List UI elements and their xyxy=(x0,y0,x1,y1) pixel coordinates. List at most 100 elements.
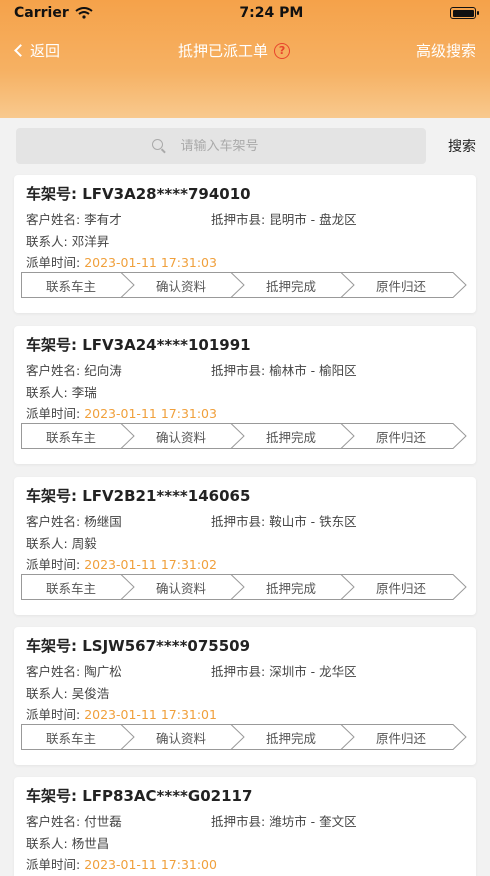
step-confirm-info[interactable]: 确认资料 xyxy=(131,574,231,600)
customer-value: 付世磊 xyxy=(84,814,122,829)
region-label: 抵押市县: xyxy=(211,664,266,679)
step-mortgage-done[interactable]: 抵押完成 xyxy=(241,423,341,449)
vin-value: LFP83AC****G02117 xyxy=(82,787,253,805)
nav-bar: 返回 抵押已派工单 ? 高级搜索 xyxy=(0,36,490,66)
battery-icon xyxy=(450,7,479,19)
progress-steps: 联系车主 确认资料 抵押完成 原件归还 xyxy=(21,574,467,600)
region-row: 抵押市县: 鞍山市 - 铁东区 xyxy=(211,511,357,530)
vin-label: 车架号: xyxy=(26,185,77,203)
region-value: 潍坊市 - 奎文区 xyxy=(269,814,357,829)
progress-steps: 联系车主 确认资料 抵押完成 原件归还 xyxy=(21,423,467,449)
vin-label: 车架号: xyxy=(26,487,77,505)
contact-value: 吴俊浩 xyxy=(71,686,110,701)
dispatch-time-value: 2023-01-11 17:31:00 xyxy=(84,857,217,872)
customer-value: 陶广松 xyxy=(84,664,122,679)
back-button[interactable]: 返回 xyxy=(14,40,61,61)
contact-value: 李瑞 xyxy=(71,385,97,400)
vin-value: LFV3A24****101991 xyxy=(82,336,251,354)
region-row: 抵押市县: 深圳市 - 龙华区 xyxy=(211,661,357,680)
order-card[interactable]: 车架号: LFV2B21****146065 客户姓名: 杨继国 抵押市县: 鞍… xyxy=(14,477,476,615)
search-input[interactable] xyxy=(180,138,291,154)
dispatch-time-label: 派单时间: xyxy=(26,557,81,572)
step-original-returned[interactable]: 原件归还 xyxy=(351,423,451,449)
customer-value: 杨继国 xyxy=(84,514,122,529)
customer-row: 客户姓名: 付世磊 xyxy=(26,811,122,830)
dispatch-time-row: 派单时间: 2023-01-11 17:31:00 xyxy=(26,854,217,873)
step-contact-owner[interactable]: 联系车主 xyxy=(21,272,121,298)
wifi-icon xyxy=(75,7,93,19)
help-icon[interactable]: ? xyxy=(274,42,291,59)
customer-label: 客户姓名: xyxy=(26,212,81,227)
step-confirm-info[interactable]: 确认资料 xyxy=(131,272,231,298)
status-bar: Carrier 7:24 PM xyxy=(0,0,490,26)
contact-row: 联系人: 邓洋昇 xyxy=(26,231,109,250)
vin-title: 车架号: LFV2B21****146065 xyxy=(26,485,250,506)
contact-value: 周毅 xyxy=(71,536,97,551)
region-label: 抵押市县: xyxy=(211,814,266,829)
dispatch-time-row: 派单时间: 2023-01-11 17:31:03 xyxy=(26,403,217,422)
region-label: 抵押市县: xyxy=(211,212,266,227)
vin-label: 车架号: xyxy=(26,336,77,354)
customer-row: 客户姓名: 杨继国 xyxy=(26,511,122,530)
search-button[interactable]: 搜索 xyxy=(448,136,476,156)
customer-row: 客户姓名: 李有才 xyxy=(26,209,122,228)
order-card[interactable]: 车架号: LFP83AC****G02117 客户姓名: 付世磊 抵押市县: 潍… xyxy=(14,777,476,876)
step-original-returned[interactable]: 原件归还 xyxy=(351,724,451,750)
progress-steps: 联系车主 确认资料 抵押完成 原件归还 xyxy=(21,272,467,298)
dispatch-time-row: 派单时间: 2023-01-11 17:31:03 xyxy=(26,252,217,271)
contact-label: 联系人: xyxy=(26,536,68,551)
step-contact-owner[interactable]: 联系车主 xyxy=(21,574,121,600)
region-row: 抵押市县: 昆明市 - 盘龙区 xyxy=(211,209,357,228)
step-mortgage-done[interactable]: 抵押完成 xyxy=(241,272,341,298)
contact-label: 联系人: xyxy=(26,836,68,851)
step-original-returned[interactable]: 原件归还 xyxy=(351,272,451,298)
step-mortgage-done[interactable]: 抵押完成 xyxy=(241,724,341,750)
step-original-returned[interactable]: 原件归还 xyxy=(351,574,451,600)
contact-row: 联系人: 周毅 xyxy=(26,533,97,552)
chevron-left-icon xyxy=(14,44,27,57)
step-mortgage-done[interactable]: 抵押完成 xyxy=(241,574,341,600)
dispatch-time-label: 派单时间: xyxy=(26,707,81,722)
customer-label: 客户姓名: xyxy=(26,514,81,529)
customer-label: 客户姓名: xyxy=(26,664,81,679)
contact-value: 邓洋昇 xyxy=(71,234,110,249)
vin-label: 车架号: xyxy=(26,637,77,655)
search-box[interactable] xyxy=(16,128,426,164)
region-row: 抵押市县: 榆林市 - 榆阳区 xyxy=(211,360,357,379)
step-confirm-info[interactable]: 确认资料 xyxy=(131,724,231,750)
dispatch-time-value: 2023-01-11 17:31:01 xyxy=(84,707,217,722)
contact-row: 联系人: 李瑞 xyxy=(26,382,97,401)
contact-label: 联系人: xyxy=(26,385,68,400)
step-confirm-info[interactable]: 确认资料 xyxy=(131,423,231,449)
step-contact-owner[interactable]: 联系车主 xyxy=(21,423,121,449)
region-value: 深圳市 - 龙华区 xyxy=(269,664,357,679)
dispatch-time-label: 派单时间: xyxy=(26,406,81,421)
vin-value: LFV3A28****794010 xyxy=(82,185,251,203)
dispatch-time-label: 派单时间: xyxy=(26,255,81,270)
search-icon xyxy=(151,138,167,154)
vin-title: 车架号: LFV3A24****101991 xyxy=(26,334,251,355)
region-value: 榆林市 - 榆阳区 xyxy=(269,363,357,378)
vin-value: LSJW567****075509 xyxy=(82,637,251,655)
vin-title: 车架号: LSJW567****075509 xyxy=(26,635,250,656)
dispatch-time-label: 派单时间: xyxy=(26,857,81,872)
back-label: 返回 xyxy=(30,42,61,60)
region-label: 抵押市县: xyxy=(211,363,266,378)
vin-title: 车架号: LFP83AC****G02117 xyxy=(26,785,252,806)
region-value: 昆明市 - 盘龙区 xyxy=(269,212,357,227)
customer-value: 李有才 xyxy=(84,212,122,227)
order-card[interactable]: 车架号: LSJW567****075509 客户姓名: 陶广松 抵押市县: 深… xyxy=(14,627,476,765)
contact-label: 联系人: xyxy=(26,234,68,249)
dispatch-time-row: 派单时间: 2023-01-11 17:31:01 xyxy=(26,704,217,723)
step-contact-owner[interactable]: 联系车主 xyxy=(21,724,121,750)
order-card[interactable]: 车架号: LFV3A24****101991 客户姓名: 纪向涛 抵押市县: 榆… xyxy=(14,326,476,464)
dispatch-time-value: 2023-01-11 17:31:03 xyxy=(84,255,217,270)
order-card[interactable]: 车架号: LFV3A28****794010 客户姓名: 李有才 抵押市县: 昆… xyxy=(14,175,476,313)
progress-steps: 联系车主 确认资料 抵押完成 原件归还 xyxy=(21,724,467,750)
vin-title: 车架号: LFV3A28****794010 xyxy=(26,183,251,204)
advanced-search-button[interactable]: 高级搜索 xyxy=(416,40,476,61)
region-label: 抵押市县: xyxy=(211,514,266,529)
customer-label: 客户姓名: xyxy=(26,814,81,829)
vin-value: LFV2B21****146065 xyxy=(82,487,251,505)
clock: 7:24 PM xyxy=(239,5,304,21)
